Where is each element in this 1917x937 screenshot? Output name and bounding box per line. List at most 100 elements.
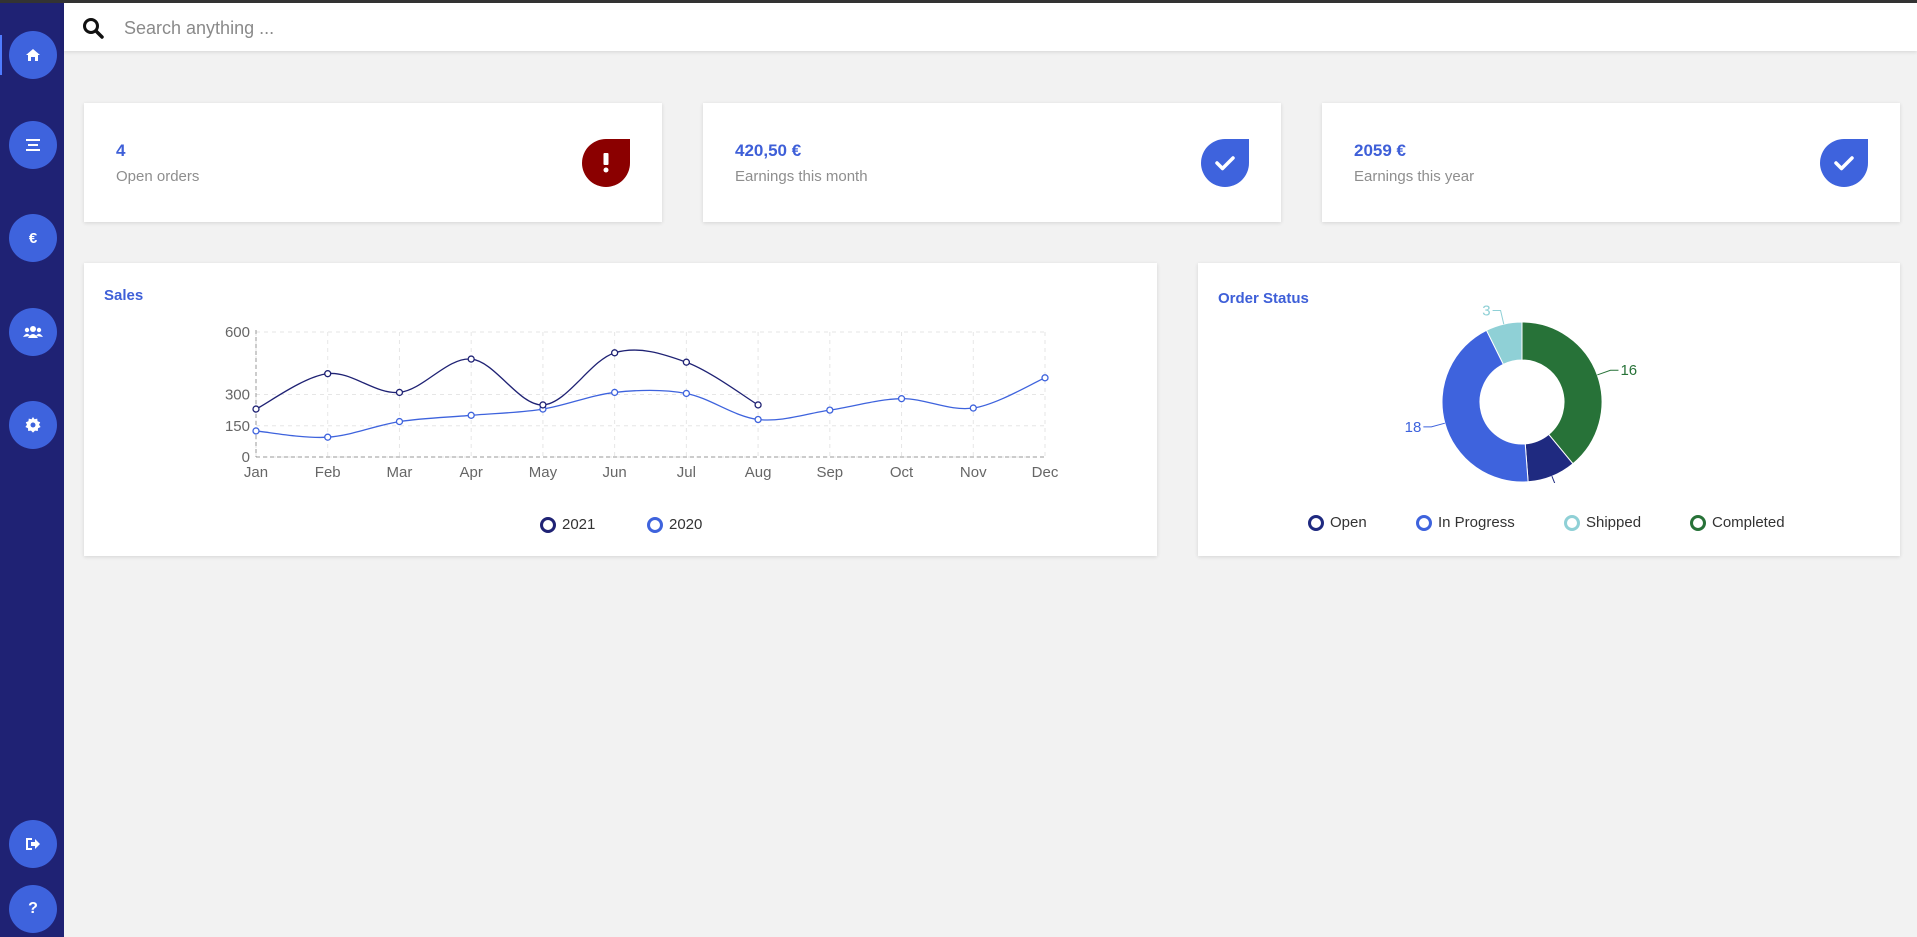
sidebar-item-home[interactable]	[0, 31, 57, 79]
data-point[interactable]	[395, 388, 404, 397]
x-tick-label: Oct	[890, 464, 914, 481]
alert-badge	[582, 139, 630, 187]
data-point[interactable]	[682, 358, 691, 366]
x-tick-label: Sep	[816, 464, 843, 481]
x-tick-label: May	[529, 464, 558, 481]
legend-marker	[1690, 514, 1706, 531]
legend-marker	[1416, 514, 1432, 531]
legend-item-2021[interactable]: 2021	[540, 516, 595, 533]
stat-value: 4	[116, 141, 126, 160]
sales-line-chart: 0150300600Jan Feb Mar Apr May Jun Jul Aug Sep Oct…	[225, 324, 1059, 481]
data-point[interactable]	[610, 349, 619, 357]
data-point[interactable]	[252, 405, 260, 413]
stat-label: Earnings this month	[735, 168, 868, 185]
search-input[interactable]	[122, 11, 1826, 45]
data-point[interactable]	[395, 417, 404, 426]
slice-label-line	[1551, 476, 1556, 483]
sidebar: € ?	[0, 3, 64, 937]
slice-label-line	[1423, 422, 1445, 428]
legend-label: In Progress	[1438, 514, 1515, 531]
x-tick-label: Apr	[460, 464, 483, 481]
gear-icon	[25, 417, 41, 433]
data-point[interactable]	[826, 406, 834, 414]
x-tick-label: Jul	[677, 464, 696, 481]
legend-item-in-progress[interactable]: In Progress	[1416, 514, 1515, 531]
list-icon	[26, 139, 40, 151]
stat-card-earnings-month: 420,50 € Earnings this month	[703, 103, 1281, 222]
alert-icon	[603, 153, 609, 173]
y-tick-label: 600	[225, 324, 250, 341]
sidebar-item-menu[interactable]	[9, 121, 57, 169]
legend-marker	[540, 516, 556, 533]
series-line-2020	[255, 377, 1046, 439]
sales-panel: Sales 0 150 300 600 Jan Feb Mar Apr May Jun Jul Aug…	[84, 263, 1157, 556]
legend-marker	[1308, 514, 1324, 531]
y-tick-label: 150	[225, 418, 250, 435]
data-point[interactable]	[324, 370, 332, 378]
data-point[interactable]	[897, 395, 906, 403]
check-badge	[1820, 139, 1868, 187]
legend-item-completed[interactable]: Completed	[1690, 514, 1785, 531]
stat-label: Open orders	[116, 168, 200, 185]
data-point[interactable]	[324, 433, 332, 441]
x-tick-label: Dec	[1032, 464, 1059, 481]
legend-marker	[647, 516, 663, 533]
logout-button[interactable]	[9, 820, 57, 868]
x-tick-label: Jan	[244, 464, 268, 481]
legend-item-shipped[interactable]: Shipped	[1564, 514, 1641, 531]
search-icon[interactable]	[82, 17, 104, 39]
x-tick-label: Feb	[315, 464, 341, 481]
sales-title: Sales	[104, 287, 144, 304]
y-tick-label: 300	[225, 387, 250, 404]
order-status-panel: Order Status 164183 OpenIn ProgressShipp…	[1198, 263, 1900, 556]
legend-label: 2021	[562, 516, 596, 533]
sidebar-item-users[interactable]	[9, 308, 57, 356]
help-icon: ?	[28, 900, 38, 917]
data-point[interactable]	[1041, 374, 1049, 382]
x-tick-label: Jun	[603, 464, 627, 481]
slice-value-label: 3	[1482, 302, 1490, 319]
slice-value-label: 4	[1567, 481, 1575, 483]
sidebar-item-earnings[interactable]: €	[9, 214, 57, 262]
legend-label: Completed	[1712, 514, 1785, 531]
data-point[interactable]	[467, 411, 475, 419]
help-button[interactable]: ?	[9, 885, 57, 933]
data-point[interactable]	[682, 389, 691, 398]
slice-value-label: 18	[1405, 419, 1422, 436]
x-tick-label: Mar	[387, 464, 413, 481]
data-point[interactable]	[467, 355, 475, 363]
stat-card-open-orders: 4 Open orders	[84, 103, 662, 222]
data-point[interactable]	[969, 404, 977, 412]
legend-label: Open	[1330, 514, 1367, 531]
check-icon	[1834, 156, 1854, 171]
legend-marker	[1564, 514, 1580, 531]
check-badge	[1201, 139, 1249, 187]
search-bar	[64, 3, 1917, 51]
data-point[interactable]	[754, 415, 762, 424]
series-line-2021	[255, 349, 759, 410]
users-icon	[23, 326, 43, 338]
stat-value: 420,50 €	[735, 141, 802, 160]
plot-area: 0150300600Jan Feb Mar Apr May Jun Jul Aug Sep Oct…	[225, 324, 1059, 481]
stat-label: Earnings this year	[1354, 168, 1475, 185]
data-point[interactable]	[610, 388, 619, 397]
x-tick-label: Nov	[960, 464, 987, 481]
euro-icon: €	[28, 229, 38, 247]
stat-value: 2059 €	[1354, 141, 1406, 160]
legend-item-2020[interactable]: 2020	[647, 516, 702, 533]
home-icon	[26, 49, 40, 61]
check-icon	[1215, 156, 1235, 171]
slice-label-line	[1492, 309, 1505, 325]
slice-label-line	[1597, 369, 1619, 376]
legend-label: 2020	[669, 516, 703, 533]
data-point[interactable]	[252, 427, 260, 435]
window-top-border	[0, 0, 1917, 3]
stat-card-earnings-year: 2059 € Earnings this year	[1322, 103, 1900, 222]
data-point[interactable]	[539, 401, 547, 409]
data-point[interactable]	[754, 401, 762, 409]
x-tick-label: Aug	[745, 464, 772, 481]
sidebar-item-settings[interactable]	[9, 401, 57, 449]
legend-item-open[interactable]: Open	[1308, 514, 1367, 531]
order-status-donut-chart: 16 4 18 3	[1405, 302, 1637, 483]
logout-icon	[26, 838, 40, 850]
